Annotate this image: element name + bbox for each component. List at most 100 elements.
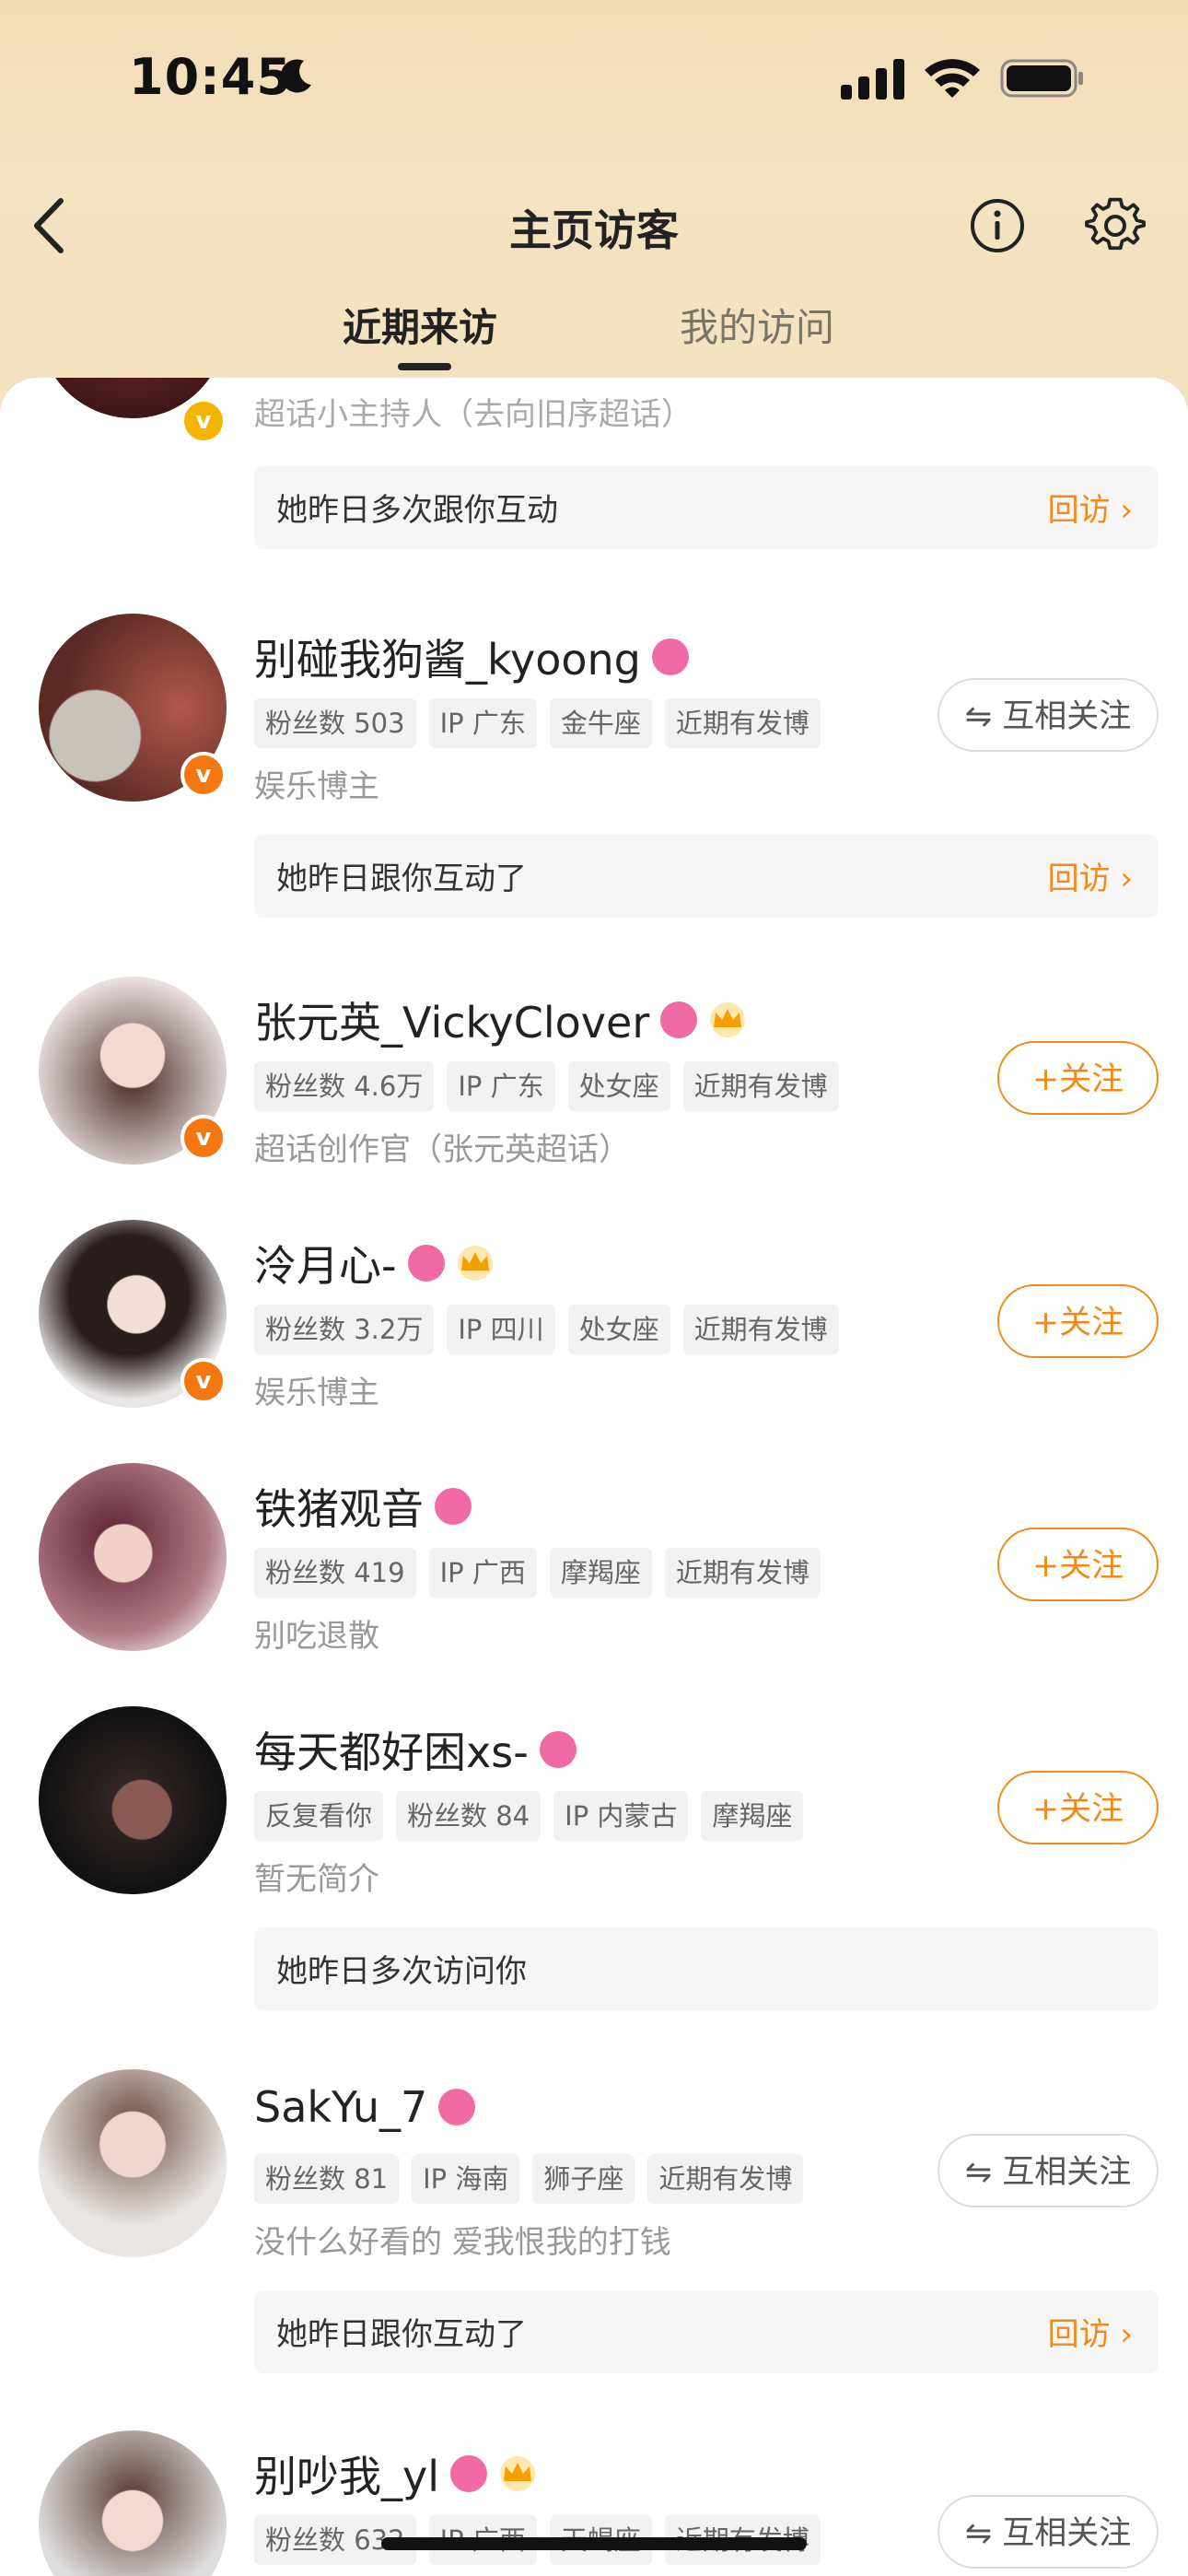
bio-text: 超话小主持人（去向旧序超话） (254, 396, 693, 433)
user-name-text[interactable]: 别吵我_yl (254, 2443, 439, 2504)
female-icon (539, 1731, 577, 1768)
female-icon (407, 1245, 445, 1282)
tag: 粉丝数 4.6万 (254, 1061, 435, 1111)
user-name-text[interactable]: 每天都好困xs- (254, 1719, 529, 1780)
interaction-note: 她昨日多次跟你互动 回访 › (254, 466, 1159, 549)
info-icon[interactable] (969, 197, 1026, 254)
mutual-follow-button[interactable]: ⇋ 互相关注 (938, 2134, 1159, 2207)
avatar[interactable] (39, 2430, 227, 2576)
note-text: 她昨日多次访问你 (276, 1953, 527, 1990)
bio-text: 暂无简介 (254, 1861, 379, 1898)
bio-text: 超话创作官（张元英超话） (254, 1131, 630, 1168)
tab-bar: 近期来访 我的访问 (0, 286, 1188, 378)
mutual-follow-button[interactable]: ⇋ 互相关注 (938, 678, 1159, 752)
tag: 处女座 (567, 1061, 670, 1111)
interaction-note: 她昨日跟你互动了 回访 › (254, 835, 1159, 918)
status-bar: 10:45 (0, 0, 1188, 157)
active-tab-indicator (398, 363, 451, 370)
tag: 粉丝数 81 (254, 2154, 400, 2204)
female-icon (435, 1488, 472, 1525)
tab-recent-visitors[interactable]: 近期来访 (343, 297, 497, 353)
tag: IP 海南 (412, 2154, 520, 2204)
female-icon (660, 1001, 698, 1038)
user-name[interactable]: 泠月心- (254, 1233, 496, 1294)
moon-icon (280, 59, 311, 93)
tag: IP 广西 (428, 1548, 537, 1598)
user-name-text[interactable]: 铁猪观音 (254, 1476, 424, 1537)
tag: 粉丝数 419 (254, 1548, 416, 1598)
user-name-text[interactable]: 张元英_VickyClover (254, 989, 649, 1050)
crown-icon (710, 1002, 746, 1037)
visitor-list[interactable]: v 超话小主持人（去向旧序超话） 她昨日多次跟你互动 回访 › v 别碰我狗酱_… (0, 378, 1188, 2576)
tag: 粉丝数 84 (396, 1791, 542, 1841)
tab-my-visits[interactable]: 我的访问 (680, 297, 834, 353)
avatar[interactable] (39, 1706, 227, 1894)
user-name[interactable]: 铁猪观音 (254, 1476, 472, 1537)
interaction-note: 她昨日多次访问你 (254, 1927, 1159, 2010)
verified-badge-icon: v (181, 1115, 227, 1161)
verified-badge-icon: v (181, 1358, 227, 1404)
follow-button[interactable]: +关注 (997, 1528, 1159, 1601)
tag: 近期有发博 (682, 1061, 839, 1111)
mutual-follow-button[interactable]: ⇋ 互相关注 (938, 2495, 1159, 2569)
verified-badge-icon: v (181, 752, 227, 798)
revisit-link[interactable]: 回访 › (1048, 485, 1133, 530)
tag: 处女座 (567, 1305, 670, 1354)
user-name[interactable]: SakYu_7 (254, 2082, 476, 2132)
cellular-signal-icon (841, 59, 904, 100)
user-name[interactable]: 别吵我_yl (254, 2443, 539, 2504)
tag: 粉丝数 503 (254, 698, 416, 748)
tag-list: 粉丝数 3.2万 IP 四川 处女座 近期有发博 (254, 1305, 839, 1354)
settings-gear-icon[interactable] (1085, 195, 1146, 256)
user-name-text[interactable]: SakYu_7 (254, 2082, 427, 2132)
user-name[interactable]: 每天都好困xs- (254, 1719, 577, 1780)
tag-list: 反复看你 粉丝数 84 IP 内蒙古 摩羯座 (254, 1791, 804, 1841)
avatar[interactable] (39, 1463, 227, 1651)
verified-badge-icon: v (181, 398, 227, 444)
crown-icon (500, 2456, 536, 2491)
follow-button[interactable]: +关注 (997, 1284, 1159, 1358)
status-time: 10:45 (129, 48, 292, 106)
home-indicator[interactable] (381, 2537, 807, 2550)
tag: IP 内蒙古 (553, 1791, 689, 1841)
note-text: 她昨日跟你互动了 (276, 2316, 527, 2353)
battery-icon (1000, 59, 1083, 98)
tag: 近期有发博 (664, 1548, 821, 1598)
tag: 狮子座 (532, 2154, 635, 2204)
follow-button[interactable]: +关注 (997, 1041, 1159, 1115)
tag: IP 广东 (428, 698, 537, 748)
tag: 粉丝数 3.2万 (254, 1305, 435, 1354)
crown-icon (457, 1246, 493, 1281)
note-text: 她昨日多次跟你互动 (276, 492, 558, 529)
female-icon (438, 2089, 476, 2125)
tag: 金牛座 (549, 698, 652, 748)
tag: 摩羯座 (549, 1548, 652, 1598)
tag-list: 粉丝数 4.6万 IP 广东 处女座 近期有发博 (254, 1061, 839, 1111)
revisit-link[interactable]: 回访 › (1048, 853, 1133, 898)
tag-list: 粉丝数 81 IP 海南 狮子座 近期有发博 (254, 2154, 804, 2204)
follow-button[interactable]: +关注 (997, 1771, 1159, 1844)
revisit-link[interactable]: 回访 › (1048, 2309, 1133, 2354)
female-icon (651, 638, 689, 675)
tag: 近期有发博 (682, 1305, 839, 1354)
navigation-bar: 主页访客 (0, 166, 1188, 276)
tag-list: 粉丝数 419 IP 广西 摩羯座 近期有发博 (254, 1548, 821, 1598)
tag: 反复看你 (254, 1791, 384, 1841)
user-name-text[interactable]: 别碰我狗酱_kyoong (254, 626, 641, 687)
tag-list: 粉丝数 503 IP 广东 金牛座 近期有发博 (254, 698, 821, 748)
user-name[interactable]: 别碰我狗酱_kyoong (254, 626, 689, 687)
interaction-note: 她昨日跟你互动了 回访 › (254, 2290, 1159, 2373)
tag: 近期有发博 (647, 2154, 804, 2204)
user-name-text[interactable]: 泠月心- (254, 1233, 397, 1294)
note-text: 她昨日跟你互动了 (276, 861, 527, 897)
tag: 摩羯座 (701, 1791, 804, 1841)
tag: IP 四川 (447, 1305, 555, 1354)
tag: IP 广东 (447, 1061, 555, 1111)
bio-text: 娱乐博主 (254, 1375, 379, 1411)
avatar[interactable] (39, 2069, 227, 2257)
bio-text: 别吃退散 (254, 1618, 379, 1655)
user-name[interactable]: 张元英_VickyClover (254, 989, 749, 1050)
tag: 近期有发博 (664, 698, 821, 748)
female-icon (450, 2455, 488, 2492)
bio-text: 娱乐博主 (254, 768, 379, 805)
